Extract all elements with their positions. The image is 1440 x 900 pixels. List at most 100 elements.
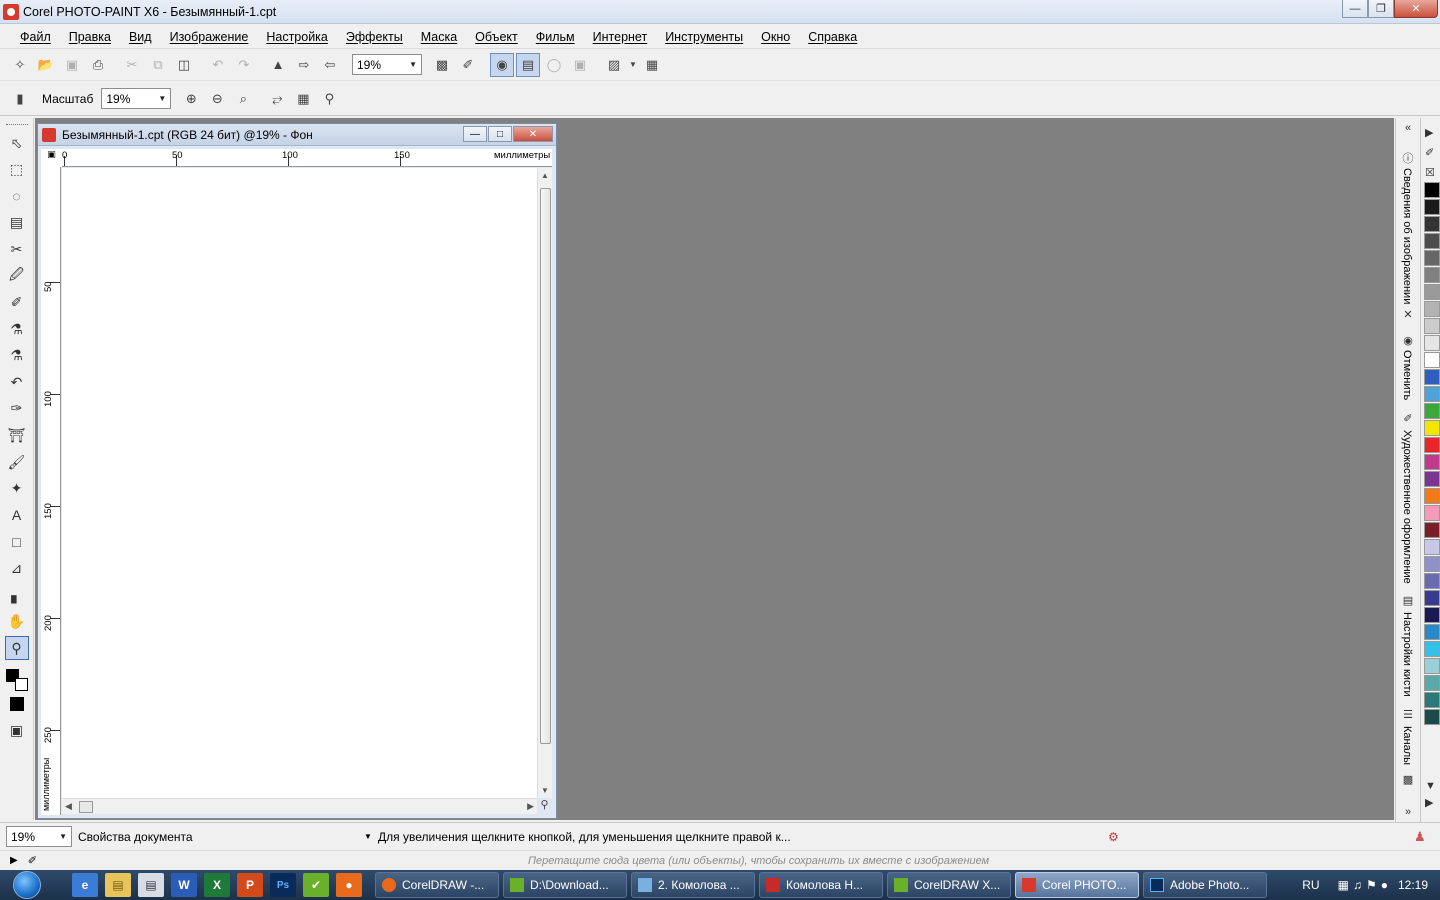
freehand-mask-icon[interactable]: ◌ (5, 184, 29, 208)
docker-tab-channels[interactable]: Каналы (1401, 726, 1413, 765)
document-properties[interactable]: Свойства документа (78, 830, 193, 844)
horizontal-scroll-thumb[interactable] (79, 801, 93, 813)
palette-swatch[interactable] (1424, 556, 1440, 572)
doc-close-button[interactable]: ✕ (513, 126, 553, 142)
task-coreldraw-x[interactable]: CorelDRAW X... (887, 872, 1011, 898)
redo-icon[interactable]: ↷ (232, 53, 256, 77)
documents-icon[interactable]: ▤ (138, 873, 164, 897)
fill-color[interactable] (9, 696, 24, 711)
zoom-icon[interactable]: ⚲ (4, 636, 29, 661)
rectangle-mask-icon[interactable]: ⬚ (5, 158, 29, 182)
background-color[interactable] (14, 677, 28, 691)
zoom-combo[interactable]: 19% ▼ (352, 54, 422, 75)
mask-brush-icon[interactable]: ▤ (5, 211, 29, 235)
palette-swatch[interactable] (1424, 284, 1440, 300)
palette-flyout-icon[interactable]: ▶ (1425, 796, 1433, 809)
crop-icon[interactable]: ✂ (5, 237, 29, 261)
task-downloads[interactable]: D:\Download... (503, 872, 627, 898)
line-icon[interactable]: ⊿ (5, 557, 29, 581)
expand-dockers-icon[interactable]: » (1400, 806, 1416, 820)
paint-icon[interactable]: 🖌 (5, 450, 29, 474)
palette-swatch[interactable] (1424, 352, 1440, 368)
vertical-ruler[interactable]: 50 100 150 200 250 миллиметры (41, 167, 61, 815)
effect-icon[interactable]: ✦ (5, 477, 29, 501)
palette-swatch[interactable] (1424, 624, 1440, 640)
menu-file[interactable]: Файл (12, 30, 59, 44)
menu-mask[interactable]: Маска (413, 30, 465, 44)
artistic-media-icon[interactable]: ✐ (1400, 412, 1416, 426)
palette-swatch[interactable] (1424, 250, 1440, 266)
firefox-icon[interactable]: ● (336, 873, 362, 897)
palette-swatch[interactable] (1424, 641, 1440, 657)
zoom-to-fit-icon[interactable]: ⥂ (265, 87, 289, 111)
vertical-scrollbar[interactable]: ▲ ▼ (537, 168, 552, 798)
paste-icon[interactable]: ◫ (172, 53, 196, 77)
start-button[interactable] (0, 870, 54, 900)
update-icon[interactable]: ● (1381, 878, 1388, 892)
zoom-in-icon[interactable]: ⊕ (179, 87, 203, 111)
mask-overlay-icon[interactable]: ◯ (542, 53, 566, 77)
palette-swatch[interactable] (1424, 437, 1440, 453)
import-icon[interactable]: ⇨ (292, 53, 316, 77)
language-indicator[interactable]: RU (1302, 878, 1319, 892)
ruler-origin[interactable]: ▣ (41, 149, 62, 167)
scroll-left-icon[interactable]: ◀ (65, 801, 72, 812)
save-icon[interactable]: ▣ (60, 53, 84, 77)
eyedropper-icon[interactable]: ✐ (1425, 146, 1434, 159)
red-eye-icon[interactable]: ✐ (5, 291, 29, 315)
palette-swatch[interactable] (1424, 607, 1440, 623)
print-icon[interactable]: ⎙ (86, 53, 110, 77)
no-color-icon[interactable]: ☒ (1425, 166, 1435, 179)
menu-help[interactable]: Справка (800, 30, 865, 44)
chevron-down-icon[interactable]: ▼ (628, 53, 638, 77)
palette-swatch[interactable] (1424, 675, 1440, 691)
palette-scroll-down-icon[interactable]: ▼ (1425, 780, 1436, 792)
show-mask-marquee-icon[interactable]: ▤ (516, 52, 540, 77)
scroll-right-icon[interactable]: ▶ (527, 801, 534, 812)
task-corel-photo-paint[interactable]: Corel PHOTO... (1015, 872, 1139, 898)
eraser-icon[interactable]: ✑ (5, 397, 29, 421)
channels-icon[interactable]: ☰ (1400, 708, 1416, 722)
palette-swatch[interactable] (1424, 318, 1440, 334)
clock[interactable]: 12:19 (1398, 878, 1428, 892)
color-swatches[interactable] (4, 667, 30, 693)
horizontal-ruler[interactable]: 0 50 100 150 миллиметры (62, 149, 552, 167)
zoom-fit-window-icon[interactable]: ▦ (291, 87, 315, 111)
menu-adjust[interactable]: Настройка (258, 30, 336, 44)
palette-swatch[interactable] (1424, 709, 1440, 725)
doc-minimize-button[interactable]: — (463, 126, 487, 142)
play-icon[interactable]: ▶ (10, 855, 18, 866)
scroll-down-icon[interactable]: ▼ (541, 786, 549, 795)
palette-swatch[interactable] (1424, 539, 1440, 555)
palette-swatch[interactable] (1424, 692, 1440, 708)
cms-icon[interactable]: ⚙ (1108, 830, 1119, 844)
corel-connect-icon[interactable]: ▦ (640, 53, 664, 77)
palette-swatch[interactable] (1424, 420, 1440, 436)
image-info-icon[interactable]: ⓘ (1400, 150, 1416, 165)
palette-eyedropper-icon[interactable]: ✐ (28, 854, 37, 867)
brush-settings-icon[interactable]: ✐ (456, 53, 480, 77)
rectangle-icon[interactable]: □ (5, 530, 29, 554)
fill-icon[interactable]: ⛩ (5, 424, 29, 448)
palette-swatch[interactable] (1424, 454, 1440, 470)
text-icon[interactable]: A (5, 503, 29, 527)
palette-swatch[interactable] (1424, 233, 1440, 249)
menu-image[interactable]: Изображение (162, 30, 257, 44)
task-adobe-photoshop[interactable]: Adobe Photo... (1143, 872, 1267, 898)
menu-window[interactable]: Окно (753, 30, 798, 44)
touch-up-icon[interactable]: ⚗ (5, 344, 29, 368)
task-coreldraw-1[interactable]: CorelDRAW -... (375, 872, 499, 898)
application-launcher-icon[interactable]: ▨ (602, 53, 626, 77)
undo-icon[interactable]: ↶ (206, 53, 230, 77)
objects-docker-icon[interactable]: ▩ (1400, 773, 1416, 787)
ie-icon[interactable]: e (72, 873, 98, 897)
zoom-100-icon[interactable]: ⌕ (231, 87, 255, 111)
network-icon[interactable]: ▦ (1338, 878, 1349, 892)
user-icon[interactable]: ♟ (1414, 829, 1426, 845)
minimize-button[interactable]: — (1342, 0, 1368, 18)
status-zoom-combo[interactable]: 19% ▼ (6, 826, 72, 847)
restore-button[interactable]: ❐ (1368, 0, 1394, 18)
menu-edit[interactable]: Правка (61, 30, 119, 44)
palette-swatch[interactable] (1424, 369, 1440, 385)
export-icon[interactable]: ⇦ (318, 53, 342, 77)
